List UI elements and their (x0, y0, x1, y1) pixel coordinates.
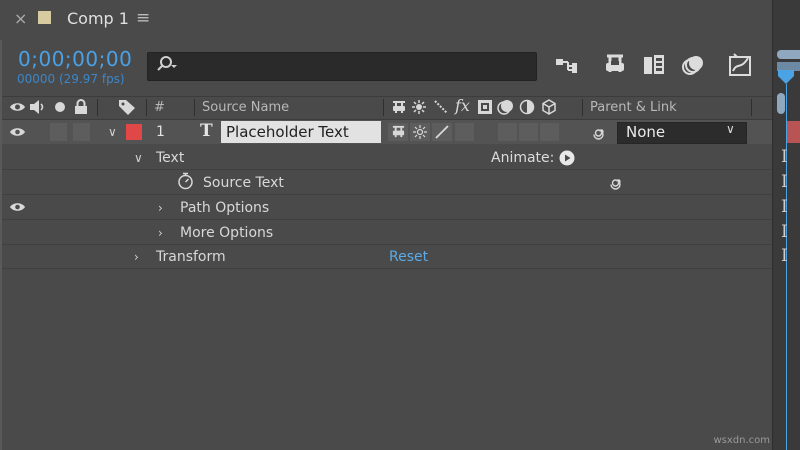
collapse-sun-icon[interactable] (411, 99, 427, 115)
quality-slash-icon (435, 125, 449, 139)
stopwatch-icon[interactable] (177, 172, 194, 190)
chevron-down-icon[interactable]: ∨ (134, 151, 143, 165)
collapse-sun-icon (413, 125, 427, 139)
draft-3d-icon[interactable] (602, 52, 628, 78)
column-divider (751, 99, 752, 116)
comp-tab-title[interactable]: Comp 1 (67, 9, 129, 28)
keyframe-marker-icon: I (781, 222, 788, 242)
layer-duration-bar[interactable] (787, 121, 800, 143)
column-header-source-name[interactable]: Source Name (202, 100, 289, 115)
property-row-text[interactable] (2, 145, 772, 170)
pick-whip-icon[interactable] (591, 123, 609, 140)
property-row-source-text[interactable] (2, 170, 772, 195)
column-divider (383, 99, 384, 116)
composition-mini-flowchart-icon[interactable] (554, 52, 580, 78)
chevron-right-icon[interactable]: › (134, 250, 139, 264)
timeline-zoom-handle[interactable] (777, 93, 785, 114)
property-label-more-options[interactable]: More Options (180, 225, 273, 241)
adjustment-switch[interactable] (519, 123, 538, 141)
solo-switch[interactable] (50, 123, 67, 141)
effects-fx-icon[interactable]: fx (455, 96, 470, 115)
property-label-path-options[interactable]: Path Options (180, 200, 269, 216)
column-header-parent-link[interactable]: Parent & Link (590, 100, 677, 115)
keyframe-marker-icon: I (781, 172, 788, 192)
text-layer-type-icon: T (200, 121, 213, 141)
panel-menu-icon[interactable]: ≡ (136, 8, 150, 28)
animate-play-icon[interactable] (559, 150, 575, 166)
motion-blur-switch[interactable] (498, 123, 517, 141)
chevron-down-icon[interactable]: ∨ (726, 122, 735, 136)
watermark: wsxdn.com (713, 435, 770, 446)
current-time-display[interactable]: 0;00;00;00 (18, 47, 132, 71)
property-row-transform[interactable] (2, 244, 772, 269)
layer-number: 1 (156, 124, 165, 140)
property-row-path-options[interactable] (2, 195, 772, 220)
motion-blur-switch-icon[interactable] (497, 99, 514, 115)
solo-dot-icon[interactable] (54, 101, 66, 113)
keyframe-marker-icon: I (781, 246, 788, 266)
layer-name[interactable]: Placeholder Text (226, 123, 349, 141)
chevron-right-icon[interactable]: › (158, 226, 163, 240)
shy-switch-icon[interactable] (391, 100, 407, 115)
search-input[interactable] (147, 52, 537, 81)
label-tag-icon[interactable] (118, 99, 136, 115)
column-header-number[interactable]: # (154, 100, 165, 115)
3d-layer-icon[interactable] (541, 99, 557, 115)
comp-swatch-icon (38, 11, 51, 24)
animate-label[interactable]: Animate: (491, 150, 554, 166)
column-divider (97, 99, 98, 116)
shy-switch-icon (392, 125, 405, 138)
playhead-icon[interactable] (777, 70, 795, 85)
graph-editor-icon[interactable] (727, 52, 753, 78)
3d-switch[interactable] (540, 123, 559, 141)
property-label-transform[interactable]: Transform (156, 249, 226, 265)
chevron-right-icon[interactable]: › (158, 201, 163, 215)
property-label-source-text[interactable]: Source Text (203, 175, 284, 191)
audio-speaker-icon[interactable] (29, 99, 47, 115)
layer-expand-chevron-icon[interactable]: ∨ (108, 125, 117, 139)
adjustment-layer-icon[interactable] (519, 99, 535, 115)
property-label-text[interactable]: Text (156, 150, 184, 166)
property-row-more-options[interactable] (2, 220, 772, 245)
frame-blend-switch-icon[interactable] (477, 99, 493, 115)
quality-slash-icon[interactable] (433, 99, 449, 115)
lock-icon[interactable] (74, 99, 88, 115)
video-eye-icon[interactable] (9, 201, 26, 213)
frame-blending-icon[interactable] (641, 52, 667, 78)
search-icon[interactable] (156, 55, 178, 75)
keyframe-marker-icon: I (781, 197, 788, 217)
column-divider (582, 99, 583, 116)
parent-select-value[interactable]: None (626, 123, 665, 141)
motion-blur-icon[interactable] (679, 52, 705, 78)
frame-count-display: 00000 (29.97 fps) (17, 72, 125, 86)
video-eye-icon[interactable] (9, 100, 26, 114)
reset-link[interactable]: Reset (389, 249, 428, 265)
column-divider (194, 99, 195, 116)
video-eye-icon[interactable] (9, 126, 26, 138)
lock-switch[interactable] (73, 123, 90, 141)
effects-switch[interactable] (455, 123, 474, 141)
column-divider (146, 99, 147, 116)
work-area-bar[interactable] (777, 50, 800, 59)
close-tab-icon[interactable]: × (14, 9, 27, 28)
keyframe-marker-icon: I (781, 147, 788, 167)
pick-whip-icon[interactable] (608, 173, 626, 190)
layer-label-color[interactable] (126, 124, 142, 140)
